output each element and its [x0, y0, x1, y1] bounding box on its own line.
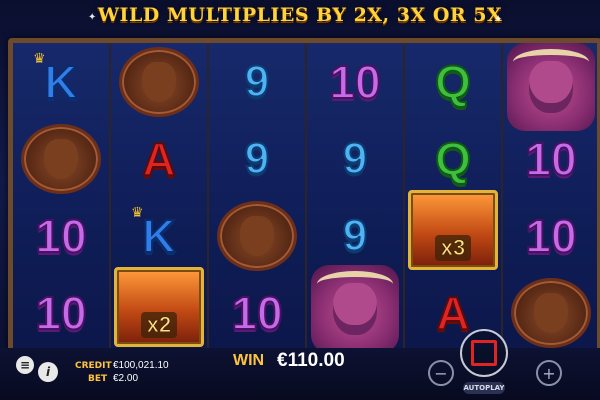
symbol-ten: 10: [524, 132, 577, 185]
buffalo-icon: [311, 265, 399, 353]
stop-icon: [471, 340, 497, 366]
symbol-ten: 10: [230, 286, 283, 339]
decrease-bet-button[interactable]: −: [434, 364, 447, 383]
reel-1: ♛ K 10 10: [13, 43, 109, 353]
win-label: WIN: [233, 352, 265, 369]
buffalo-icon: [507, 43, 595, 131]
moose-icon: [217, 200, 297, 271]
symbol-ten: 10: [34, 286, 87, 339]
reel-4: 10 9 9: [307, 43, 403, 353]
moose-icon: [21, 123, 101, 194]
symbol-moose: [13, 120, 109, 197]
symbol-nine: 9: [244, 56, 271, 106]
symbol-nine: 9: [244, 133, 271, 183]
spin-button[interactable]: [460, 329, 508, 377]
symbol-a: A: [141, 132, 176, 185]
minus-icon[interactable]: −: [428, 360, 454, 386]
sparkle-icon: ✦: [494, 14, 503, 25]
menu-icon[interactable]: ≡: [16, 356, 34, 374]
wild-icon: x3: [408, 189, 498, 270]
multiplier-badge: x2: [140, 311, 178, 338]
increase-bet-button[interactable]: +: [542, 364, 555, 383]
symbol-moose: [209, 197, 305, 274]
symbol-buffalo: [307, 265, 403, 353]
symbol-moose: [503, 274, 597, 351]
reel-3: 9 9 10: [209, 43, 305, 353]
multiplier-badge: x3: [434, 234, 472, 261]
reel-2: A ♛ K x2: [111, 43, 207, 353]
symbol-nine: 9: [342, 210, 369, 260]
moose-icon: [511, 277, 591, 348]
sparkle-icon: ✦: [88, 12, 97, 23]
credit-label: CREDIT: [75, 361, 112, 371]
crown-icon: ♛: [131, 205, 144, 221]
wild-icon: x2: [114, 266, 204, 347]
info-icon[interactable]: i: [38, 362, 58, 382]
symbol-buffalo: [503, 43, 597, 131]
symbol-q: Q: [434, 132, 472, 185]
symbol-wild: x3: [405, 189, 501, 270]
bet-value: €2.00: [113, 373, 139, 384]
symbol-ten: 10: [524, 209, 577, 262]
autoplay-button[interactable]: AUTOPLAY: [463, 382, 505, 394]
crown-icon: ♛: [33, 51, 46, 67]
bet-label: BET: [88, 374, 108, 384]
reel-5: Q Q x3 A: [405, 43, 501, 353]
symbol-k: ♛ K: [131, 205, 177, 262]
reel-frame: ♛ K 10 10 A ♛ K x2 9 9 10 10 9 9 Q Q x3 …: [8, 38, 600, 358]
reel-6: 10 10: [503, 43, 597, 353]
symbol-q: Q: [434, 55, 472, 108]
symbol-k: ♛ K: [33, 51, 79, 108]
plus-icon[interactable]: +: [536, 360, 562, 386]
credit-value: €100,021.10: [113, 360, 169, 371]
symbol-moose: [111, 43, 207, 120]
symbol-wild: x2: [111, 266, 207, 347]
symbol-ten: 10: [34, 209, 87, 262]
moose-icon: [119, 46, 199, 117]
symbol-ten: 10: [328, 55, 381, 108]
symbol-nine: 9: [342, 133, 369, 183]
win-value: €110.00: [277, 350, 345, 371]
